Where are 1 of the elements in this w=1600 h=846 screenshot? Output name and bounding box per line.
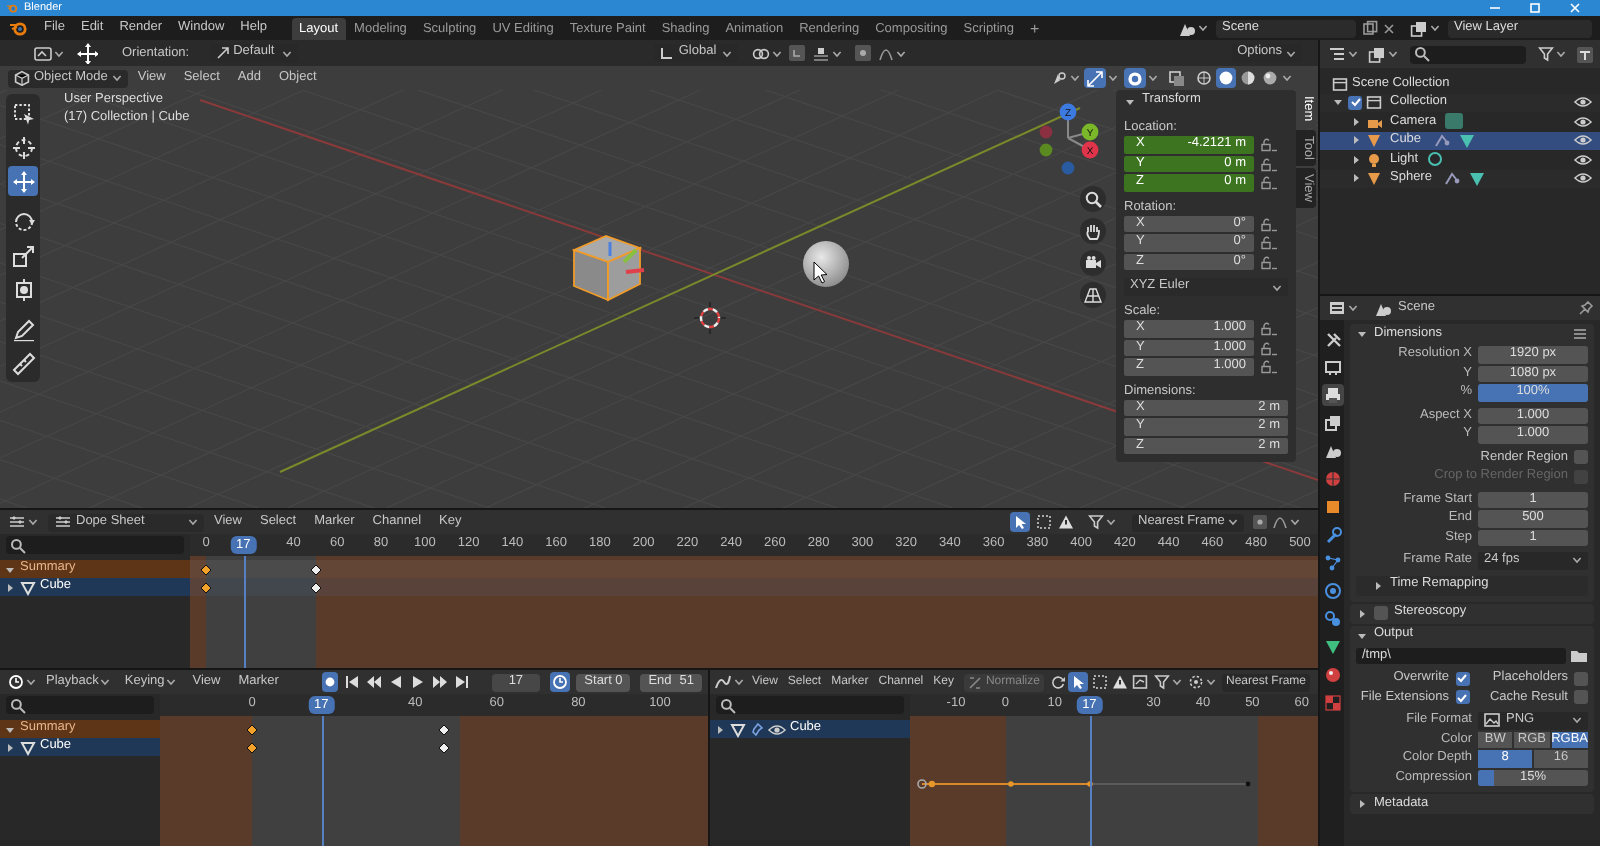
add-workspace-button[interactable]: +	[1022, 17, 1048, 39]
